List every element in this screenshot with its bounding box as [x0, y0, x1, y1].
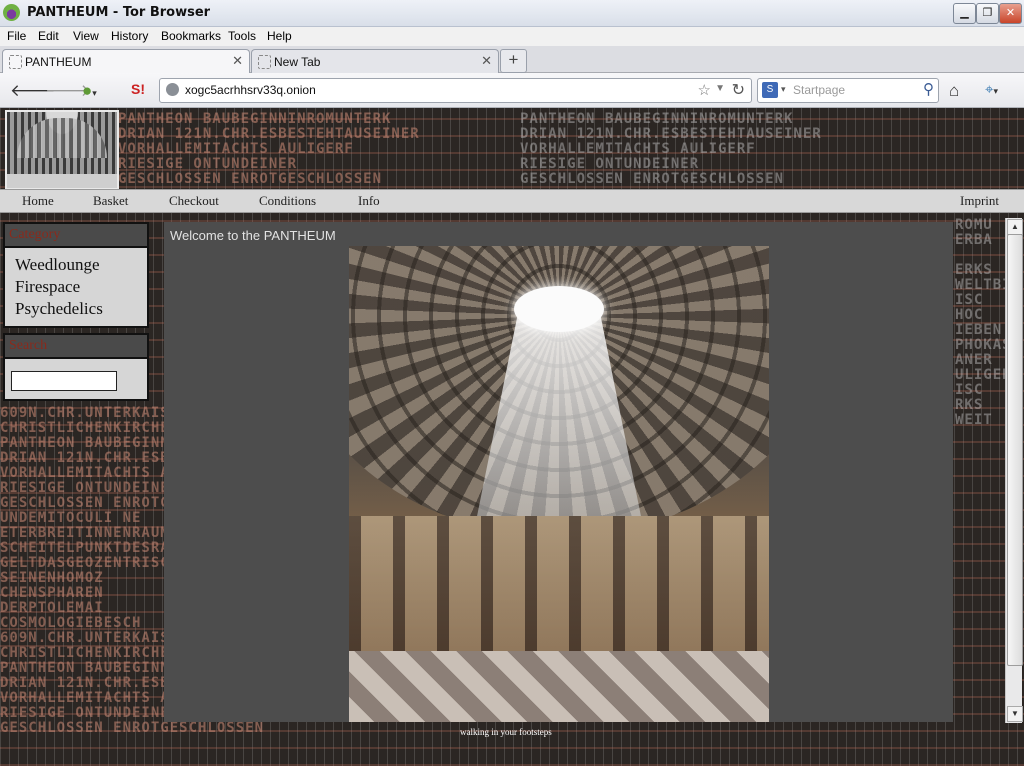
- minimize-button[interactable]: ▁: [953, 3, 976, 24]
- scrollbar-thumb[interactable]: [1007, 234, 1023, 666]
- navigation-toolbar: 🡐 🡒 ●▾ S! xogc5acrhhsrv33q.onion ☆ ▼ ↻ S…: [0, 73, 1024, 108]
- tor-onion-icon[interactable]: ●▾: [82, 81, 97, 101]
- background-inscription: PANTHEON BAUBEGINNINROMUNTERK DRIAN 121N…: [118, 111, 420, 187]
- marble-floor: [349, 651, 769, 722]
- page-favicon-icon: [258, 55, 271, 69]
- tab-new-tab[interactable]: New Tab ✕: [251, 49, 499, 73]
- url-text[interactable]: xogc5acrhhsrv33q.onion: [185, 83, 316, 97]
- page-scrollbar[interactable]: ▲ ▼: [1005, 218, 1023, 723]
- menu-help[interactable]: Help: [267, 29, 292, 43]
- nav-checkout[interactable]: Checkout: [169, 193, 219, 209]
- pantheon-interior-image: [349, 246, 769, 722]
- tab-label: PANTHEUM: [25, 55, 92, 69]
- scroll-up-arrow-icon[interactable]: ▲: [1007, 219, 1023, 235]
- menu-history[interactable]: History: [111, 29, 148, 43]
- tab-pantheum[interactable]: PANTHEUM ✕: [2, 49, 250, 74]
- footer-caption: walking in your footsteps: [460, 727, 552, 737]
- menu-edit[interactable]: Edit: [38, 29, 59, 43]
- nav-basket[interactable]: Basket: [93, 193, 128, 209]
- tor-browser-icon: [3, 4, 20, 21]
- menu-tools[interactable]: Tools: [228, 29, 256, 43]
- page-viewport: PANTHEON BAUBEGINNINROMUNTERK DRIAN 121N…: [0, 108, 1024, 766]
- close-tab-icon[interactable]: ✕: [481, 53, 492, 69]
- site-identity-icon[interactable]: [166, 83, 179, 96]
- site-navigation: Home Basket Checkout Conditions Info Imp…: [0, 189, 1024, 213]
- logo-floor: [7, 174, 117, 188]
- window-title-bar: PANTHEUM - Tor Browser ▁ ❐ ✕: [0, 0, 1024, 27]
- menu-view[interactable]: View: [73, 29, 99, 43]
- search-engine-icon[interactable]: S: [762, 82, 778, 98]
- search-heading: Search: [5, 335, 147, 359]
- close-window-button[interactable]: ✕: [999, 3, 1022, 24]
- engine-dropdown-icon[interactable]: ▾: [781, 84, 786, 95]
- close-tab-icon[interactable]: ✕: [232, 53, 243, 69]
- oculus: [514, 286, 604, 332]
- new-tab-button[interactable]: +: [500, 49, 527, 73]
- window-title: PANTHEUM - Tor Browser: [27, 5, 211, 20]
- address-bar[interactable]: xogc5acrhhsrv33q.onion ☆ ▼ ↻: [159, 78, 752, 103]
- background-inscription-right: PANTHEON BAUBEGINNINROMUNTERK DRIAN 121N…: [520, 111, 822, 187]
- nav-info[interactable]: Info: [358, 193, 380, 209]
- category-psychedelics[interactable]: Psychedelics: [15, 298, 137, 320]
- scroll-down-arrow-icon[interactable]: ▼: [1007, 706, 1023, 722]
- category-list: Weedlounge Firespace Psychedelics: [5, 248, 147, 326]
- search-bar[interactable]: S ▾ Startpage ⚲: [757, 78, 939, 103]
- category-weedlounge[interactable]: Weedlounge: [15, 254, 137, 276]
- welcome-heading: Welcome to the PANTHEUM: [170, 228, 336, 243]
- nav-conditions[interactable]: Conditions: [259, 193, 316, 209]
- pantheum-logo[interactable]: [5, 110, 119, 190]
- star-icon[interactable]: ☆: [698, 81, 711, 99]
- page-favicon-icon: [9, 55, 22, 69]
- menu-bar: File Edit View History Bookmarks Tools H…: [0, 27, 1024, 46]
- main-content: Welcome to the PANTHEUM: [164, 222, 953, 722]
- noscript-icon[interactable]: S!: [131, 81, 145, 97]
- search-body: [5, 359, 147, 399]
- category-firespace[interactable]: Firespace: [15, 276, 137, 298]
- site-search-input[interactable]: [11, 371, 117, 391]
- nav-home[interactable]: Home: [22, 193, 54, 209]
- tab-label: New Tab: [274, 55, 321, 69]
- category-heading: Category: [5, 224, 147, 248]
- search-box: Search: [3, 333, 149, 401]
- magnifier-icon[interactable]: ⚲: [923, 80, 934, 98]
- home-icon[interactable]: ⌂: [949, 81, 959, 101]
- rotunda-wall: [349, 516, 769, 656]
- chevron-down-icon[interactable]: ▼: [715, 83, 725, 94]
- logo-dome-image: [17, 118, 107, 158]
- tab-strip: PANTHEUM ✕ New Tab ✕ +: [0, 46, 1024, 74]
- reload-icon[interactable]: ↻: [732, 80, 745, 100]
- menu-bookmarks[interactable]: Bookmarks: [161, 29, 221, 43]
- background-inscription-far-right: ROMU ERBA ERKS WELTBI ISC HOC IEBEN PHOK…: [955, 217, 1012, 428]
- tor-button-icon[interactable]: ⌖▾: [985, 81, 998, 98]
- nav-imprint[interactable]: Imprint: [960, 193, 999, 209]
- menu-file[interactable]: File: [7, 29, 26, 43]
- category-box: Category Weedlounge Firespace Psychedeli…: [3, 222, 149, 328]
- search-placeholder[interactable]: Startpage: [793, 83, 845, 97]
- maximize-button[interactable]: ❐: [976, 3, 999, 24]
